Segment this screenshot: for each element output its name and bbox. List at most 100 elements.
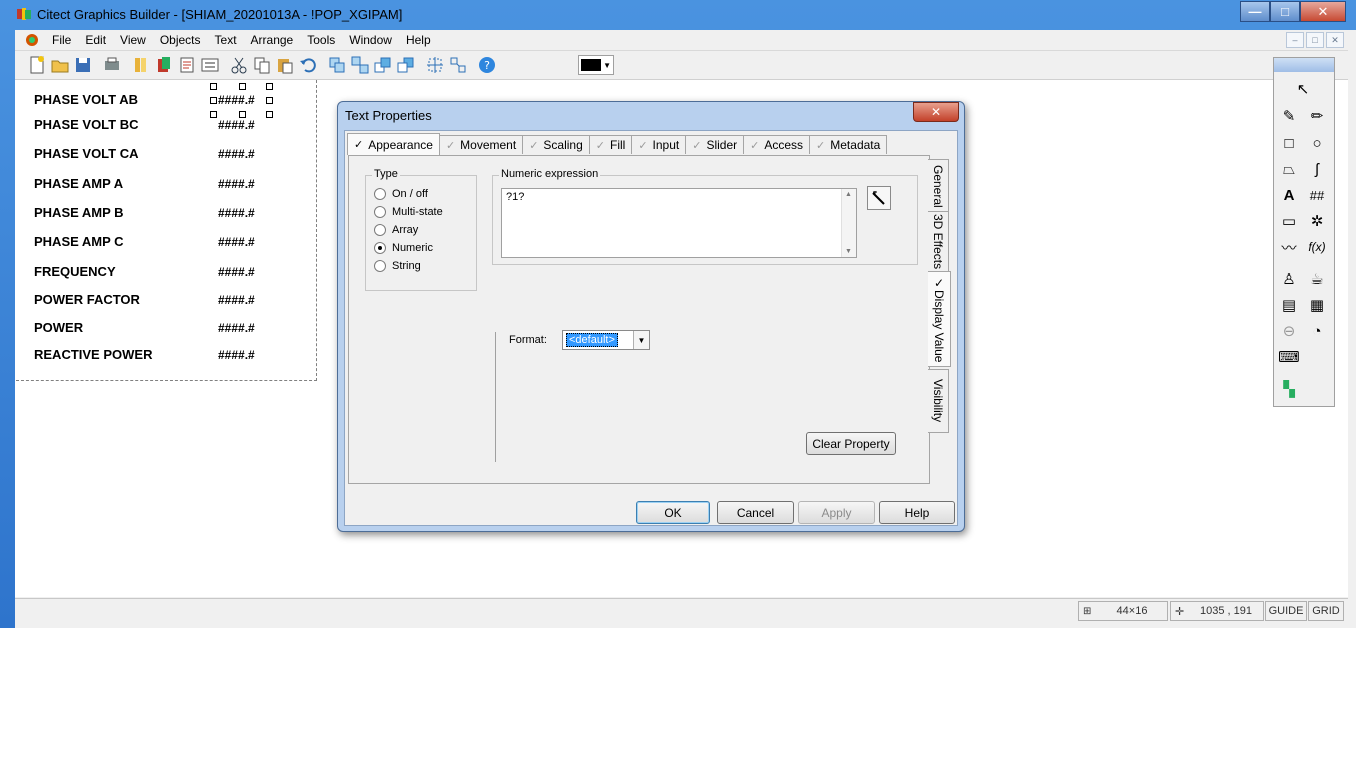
tab-metadata[interactable]: ✓ Metadata [809, 135, 888, 154]
row-label[interactable]: REACTIVE POWER [34, 347, 152, 362]
row-value[interactable]: ####.# [218, 348, 255, 362]
symbol-set-icon[interactable]: ✲ [1306, 210, 1328, 232]
mdi-restore-button[interactable]: □ [1306, 32, 1324, 48]
dialog-close-button[interactable]: ✕ [913, 102, 959, 122]
pointer-icon[interactable]: ↖ [1292, 78, 1314, 100]
number-icon[interactable]: ## [1306, 184, 1328, 206]
paste-icon[interactable] [274, 54, 296, 76]
selection-handle[interactable] [210, 111, 217, 118]
row-value[interactable]: ####.# [218, 235, 255, 249]
side-tab-3d-effects[interactable]: 3D Effects [928, 211, 949, 273]
genie-icon[interactable]: ☕ [1306, 268, 1328, 290]
expression-scrollbar[interactable]: ▲ ▼ [841, 189, 856, 257]
open-icon[interactable] [49, 54, 71, 76]
row-label[interactable]: PHASE VOLT CA [34, 146, 139, 161]
table-icon[interactable]: ▦ [1306, 294, 1328, 316]
side-tab-display-value[interactable]: ✓ Display Value [928, 271, 951, 367]
ellipse-icon[interactable]: ○ [1306, 132, 1328, 154]
row-label[interactable]: PHASE AMP B [34, 205, 124, 220]
menu-view[interactable]: View [113, 33, 153, 47]
print-icon[interactable] [101, 54, 123, 76]
row-value[interactable]: ####.# [218, 177, 255, 191]
selection-handle[interactable] [239, 83, 246, 90]
radio-numeric[interactable]: Numeric [374, 242, 433, 254]
align-icon[interactable] [424, 54, 446, 76]
tab-input[interactable]: ✓ Input [631, 135, 687, 154]
menu-tools[interactable]: Tools [300, 33, 342, 47]
numeric-expression-input[interactable]: ?1? ▲ ▼ [501, 188, 857, 258]
tag-list-icon[interactable] [199, 54, 221, 76]
ok-button[interactable]: OK [636, 501, 710, 524]
button-icon[interactable]: ▭ [1278, 210, 1300, 232]
expression-wizard-button[interactable] [867, 186, 891, 210]
radio-multi-state[interactable]: Multi-state [374, 206, 443, 218]
pipe-icon[interactable]: ʃ [1306, 158, 1328, 180]
help-icon[interactable]: ? [476, 54, 498, 76]
properties-icon[interactable] [176, 54, 198, 76]
radio-string[interactable]: String [374, 260, 421, 272]
close-button[interactable]: ✕ [1300, 1, 1346, 22]
text-icon[interactable]: A [1278, 184, 1300, 206]
grid-toggle[interactable]: GRID [1308, 601, 1344, 621]
row-label[interactable]: PHASE VOLT AB [34, 92, 138, 107]
send-backward-icon[interactable] [395, 54, 417, 76]
tab-scaling[interactable]: ✓ Scaling [522, 135, 590, 154]
tab-slider[interactable]: ✓ Slider [685, 135, 745, 154]
stamp-icon[interactable]: ♙ [1278, 268, 1300, 290]
mosaic-icon[interactable]: ▚ [1278, 378, 1300, 400]
chevron-down-icon[interactable]: ▼ [633, 331, 649, 349]
menu-file[interactable]: File [45, 33, 78, 47]
format-select[interactable]: <default> ▼ [562, 330, 650, 350]
maximize-button[interactable]: □ [1270, 1, 1300, 22]
bring-forward-icon[interactable] [372, 54, 394, 76]
undo-icon[interactable] [297, 54, 319, 76]
form-icon[interactable]: ▤ [1278, 294, 1300, 316]
palette-title-bar[interactable] [1274, 58, 1334, 72]
selection-handle[interactable] [210, 97, 217, 104]
help-button[interactable]: Help [879, 501, 955, 524]
apply-button[interactable]: Apply [798, 501, 875, 524]
tab-fill[interactable]: ✓ Fill [588, 135, 633, 154]
selection-handle[interactable] [266, 97, 273, 104]
row-label[interactable]: POWER [34, 320, 83, 335]
row-value[interactable]: ####.# [218, 93, 255, 107]
rectangle-icon[interactable]: □ [1278, 132, 1300, 154]
menu-text[interactable]: Text [208, 33, 244, 47]
library-icon[interactable] [130, 54, 152, 76]
copy-icon[interactable] [251, 54, 273, 76]
menu-objects[interactable]: Objects [153, 33, 208, 47]
cut-icon[interactable] [228, 54, 250, 76]
guide-toggle[interactable]: GUIDE [1265, 601, 1307, 621]
cicode-icon[interactable]: f(x) [1306, 236, 1328, 258]
row-value[interactable]: ####.# [218, 147, 255, 161]
clock-icon[interactable]: ◔ [1306, 320, 1328, 342]
menu-edit[interactable]: Edit [78, 33, 113, 47]
menu-arrange[interactable]: Arrange [244, 33, 301, 47]
scroll-down-icon[interactable]: ▼ [845, 248, 852, 255]
row-value[interactable]: ####.# [218, 293, 255, 307]
row-value[interactable]: ####.# [218, 118, 255, 132]
distribute-icon[interactable] [447, 54, 469, 76]
polygon-icon[interactable]: ⏢ [1278, 158, 1300, 180]
clear-property-button[interactable]: Clear Property [806, 432, 896, 455]
radio-array[interactable]: Array [374, 224, 418, 236]
pencil-icon[interactable]: ✏ [1306, 105, 1328, 127]
tab-movement[interactable]: ✓ Movement [438, 135, 524, 154]
row-label[interactable]: PHASE AMP A [34, 176, 123, 191]
row-value[interactable]: ####.# [218, 321, 255, 335]
row-label[interactable]: PHASE AMP C [34, 234, 124, 249]
tab-access[interactable]: ✓ Access [743, 135, 811, 154]
line-color-picker[interactable]: ▼ [578, 55, 614, 75]
selection-handle[interactable] [239, 111, 246, 118]
keyboard-icon[interactable]: ⌨ [1278, 346, 1300, 368]
tab-appearance[interactable]: ✓ Appearance [347, 133, 440, 155]
trend-icon[interactable]: 〰 [1278, 236, 1300, 258]
ungroup-icon[interactable] [349, 54, 371, 76]
minimize-button[interactable]: — [1240, 1, 1270, 22]
row-label[interactable]: POWER FACTOR [34, 292, 140, 307]
menu-help[interactable]: Help [399, 33, 438, 47]
document-icon[interactable] [25, 33, 39, 47]
side-tab-general[interactable]: General [928, 159, 949, 213]
scroll-up-icon[interactable]: ▲ [845, 191, 852, 198]
link-icon[interactable]: ⊖ [1278, 320, 1300, 342]
